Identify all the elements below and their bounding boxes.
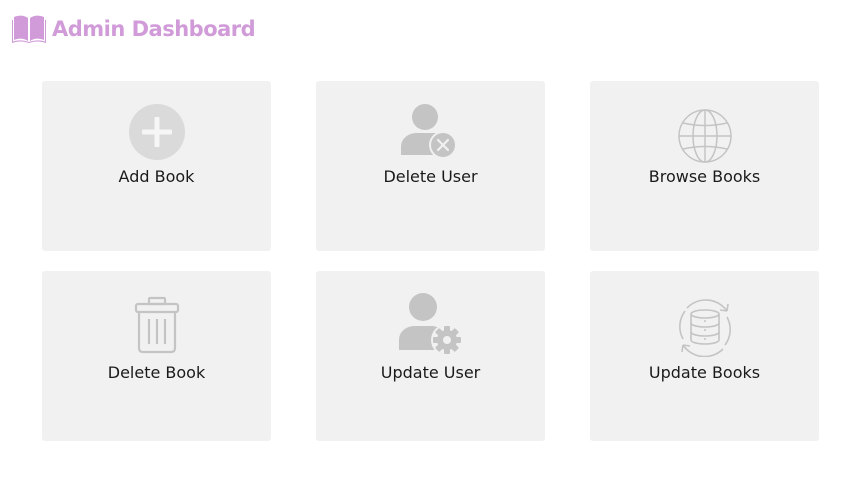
open-book-icon: [12, 15, 46, 43]
user-settings-icon: [398, 293, 463, 356]
page-title: Admin Dashboard: [52, 17, 256, 41]
add-book-card[interactable]: Add Book: [42, 81, 271, 251]
update-user-card[interactable]: Update User: [316, 271, 545, 441]
update-user-label: Update User: [380, 363, 481, 382]
browse-books-label: Browse Books: [648, 167, 761, 186]
globe-icon: [677, 109, 732, 163]
delete-user-card[interactable]: Delete User: [316, 81, 545, 251]
update-books-card[interactable]: Update Books: [590, 271, 819, 441]
delete-book-label: Delete Book: [107, 363, 206, 382]
user-remove-icon: [400, 104, 457, 159]
update-books-label: Update Books: [648, 363, 761, 382]
trash-icon: [134, 296, 179, 354]
database-sync-icon: [678, 299, 731, 357]
browse-books-card[interactable]: Browse Books: [590, 81, 819, 251]
page-header: Admin Dashboard: [12, 14, 256, 44]
add-book-label: Add Book: [118, 167, 195, 186]
delete-book-card[interactable]: Delete Book: [42, 271, 271, 441]
plus-circle-icon: [128, 104, 185, 160]
delete-user-label: Delete User: [383, 167, 478, 186]
